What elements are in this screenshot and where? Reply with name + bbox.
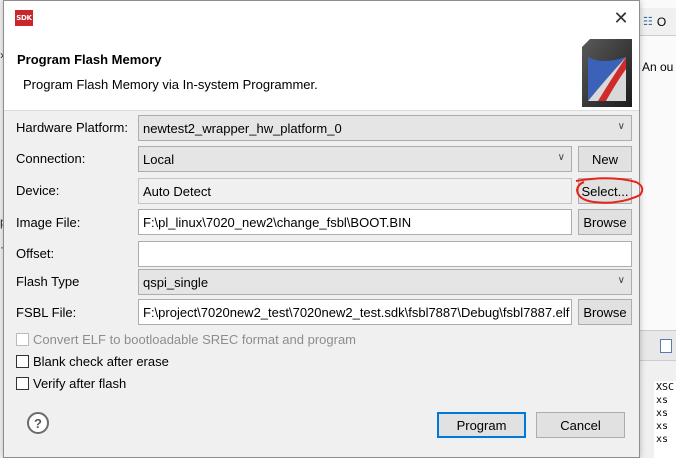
help-icon[interactable]: ? (27, 412, 49, 434)
verify-label: Verify after flash (33, 376, 127, 391)
blank-check-option[interactable]: Blank check after erase (16, 354, 169, 369)
outline-message: An ou (642, 60, 674, 74)
flash-memory-icon (582, 39, 632, 107)
verify-checkbox[interactable] (16, 377, 29, 390)
console-line: XSC (656, 382, 675, 393)
console-line: xs (656, 421, 669, 432)
close-button[interactable]: ✕ (603, 1, 639, 35)
connection-select[interactable]: Local ∨ (138, 146, 572, 172)
connection-label: Connection: (16, 151, 86, 166)
flash-type-label: Flash Type (16, 274, 80, 289)
fsbl-file-label: FSBL File: (16, 305, 77, 320)
outline-tab-label: O (656, 14, 667, 29)
ide-outline-view (640, 0, 676, 330)
hardware-platform-value: newtest2_wrapper_hw_platform_0 (143, 120, 342, 136)
dialog-titlebar: SDK ✕ (4, 1, 639, 35)
connection-value: Local (143, 151, 175, 167)
blank-check-label: Blank check after erase (33, 354, 169, 369)
offset-label: Offset: (16, 246, 55, 261)
new-connection-button[interactable]: New (578, 146, 632, 172)
document-icon[interactable] (660, 339, 672, 353)
device-label: Device: (16, 183, 60, 198)
flash-type-value: qspi_single (143, 274, 209, 290)
dialog-title: Program Flash Memory (17, 52, 162, 67)
convert-elf-label: Convert ELF to bootloadable SREC format … (33, 332, 357, 347)
console-line: xs (656, 408, 669, 419)
offset-input[interactable] (138, 241, 632, 267)
chevron-down-icon: ∨ (557, 152, 565, 163)
hardware-platform-select[interactable]: newtest2_wrapper_hw_platform_0 ∨ (138, 115, 632, 141)
cancel-button[interactable]: Cancel (536, 412, 625, 438)
fsbl-file-input[interactable]: F:\project\7020new2_test\7020new2_test.s… (138, 299, 572, 325)
verify-option[interactable]: Verify after flash (16, 376, 126, 391)
chevron-down-icon: ∨ (617, 121, 625, 132)
console-line: xs (656, 395, 669, 406)
image-file-label: Image File: (16, 215, 81, 230)
select-device-button[interactable]: Select... (578, 178, 632, 204)
blank-check-checkbox[interactable] (16, 355, 29, 368)
program-button[interactable]: Program (437, 412, 526, 438)
outline-tab[interactable]: ☷ O (640, 8, 676, 36)
console-tabstrip (640, 331, 676, 361)
convert-elf-checkbox (16, 333, 29, 346)
flash-type-select[interactable]: qspi_single ∨ (138, 269, 632, 295)
dialog-banner: Program Flash Memory Program Flash Memor… (4, 35, 639, 111)
outline-icon: ☷ (643, 16, 653, 28)
console-output: XSC xs xs xs xs (654, 381, 676, 458)
dialog-description: Program Flash Memory via In-system Progr… (23, 77, 318, 92)
fsbl-file-browse-button[interactable]: Browse (578, 299, 632, 325)
device-field: Auto Detect (138, 178, 572, 204)
image-file-input[interactable]: F:\pl_linux\7020_new2\change_fsbl\BOOT.B… (138, 209, 572, 235)
hardware-platform-label: Hardware Platform: (16, 120, 128, 135)
chevron-down-icon: ∨ (617, 275, 625, 286)
program-flash-dialog: SDK ✕ Program Flash Memory Program Flash… (3, 0, 644, 458)
ide-console-view: XSC xs xs xs xs (640, 330, 676, 458)
console-line: xs (656, 434, 669, 445)
convert-elf-option: Convert ELF to bootloadable SREC format … (16, 332, 356, 347)
image-file-browse-button[interactable]: Browse (578, 209, 632, 235)
sdk-app-icon: SDK (15, 10, 33, 26)
